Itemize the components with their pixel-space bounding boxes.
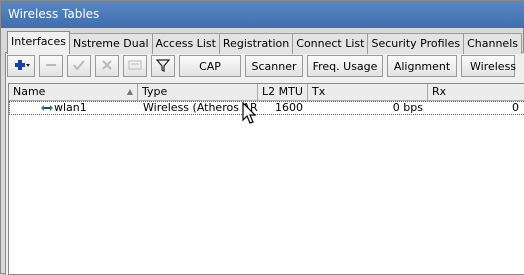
comment-icon xyxy=(128,59,142,74)
wireless-tables-window: Wireless Tables Interfaces Nstreme Dual … xyxy=(0,0,524,275)
tab-registration[interactable]: Registration xyxy=(218,33,294,54)
column-header-tx[interactable]: Tx xyxy=(308,84,428,100)
tab-bar: Interfaces Nstreme Dual Access List Regi… xyxy=(7,31,522,54)
cell-tx: 0 bps xyxy=(392,102,423,114)
column-header-name[interactable]: Name ▲ xyxy=(9,84,138,100)
freq-usage-button[interactable]: Freq. Usage xyxy=(307,55,383,77)
column-label: Name xyxy=(13,85,46,98)
alignment-button[interactable]: Alignment xyxy=(387,55,457,77)
cell-rx: 0 xyxy=(512,102,519,114)
remove-button[interactable] xyxy=(39,55,63,77)
tab-interfaces[interactable]: Interfaces xyxy=(7,31,70,54)
disable-button[interactable] xyxy=(95,55,119,77)
tab-connect-list[interactable]: Connect List xyxy=(292,33,369,54)
toolbar: CAP Scanner Freq. Usage Alignment Wirele… xyxy=(7,54,516,78)
column-header-type[interactable]: Type xyxy=(138,84,258,100)
plus-icon xyxy=(11,58,31,75)
wireless-button[interactable]: Wireless xyxy=(461,55,516,77)
tab-access-list[interactable]: Access List xyxy=(151,33,220,54)
comment-button[interactable] xyxy=(123,55,147,77)
mouse-cursor-icon xyxy=(242,101,258,126)
window-title[interactable]: Wireless Tables xyxy=(1,1,524,28)
table-row[interactable]: wlan1 Wireless (Atheros AR 1600 0 bps 0 xyxy=(9,101,524,115)
tab-channels[interactable]: Channels xyxy=(463,33,522,54)
scanner-button[interactable]: Scanner xyxy=(245,55,303,77)
wireless-interface-icon xyxy=(40,102,54,114)
minus-icon xyxy=(44,60,58,73)
x-icon xyxy=(101,59,113,74)
enable-button[interactable] xyxy=(67,55,91,77)
cell-l2mtu: 1600 xyxy=(275,102,303,114)
cell-name: wlan1 xyxy=(10,102,139,114)
add-button[interactable] xyxy=(7,55,35,77)
interfaces-table: Name ▲ Type L2 MTU Tx Rx wlan1 Wireless … xyxy=(8,83,524,275)
filter-icon xyxy=(155,58,171,75)
table-header: Name ▲ Type L2 MTU Tx Rx xyxy=(9,84,524,101)
tab-security-profiles[interactable]: Security Profiles xyxy=(367,33,465,54)
check-icon xyxy=(72,59,86,74)
sort-arrow-icon: ▲ xyxy=(126,87,133,96)
column-header-rx[interactable]: Rx xyxy=(428,84,524,100)
cell-type: Wireless (Atheros AR xyxy=(143,102,258,114)
column-header-l2mtu[interactable]: L2 MTU xyxy=(258,84,308,100)
filter-button[interactable] xyxy=(151,55,175,77)
tab-nstreme-dual[interactable]: Nstreme Dual xyxy=(68,33,153,54)
cap-button[interactable]: CAP xyxy=(179,55,241,77)
